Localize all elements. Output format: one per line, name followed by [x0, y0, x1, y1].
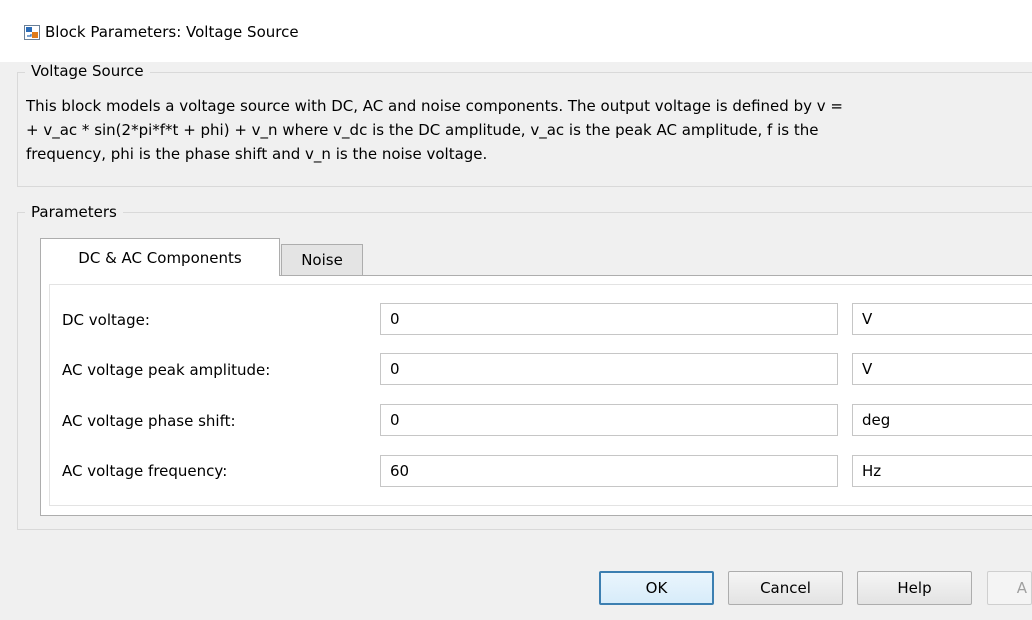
help-button-label: Help [897, 579, 932, 597]
apply-button-label: A [1016, 579, 1027, 597]
ac-peak-amplitude-input[interactable]: 0 [380, 353, 838, 385]
tab-label: Noise [301, 251, 343, 269]
block-parameters-dialog: Block Parameters: Voltage Source Voltage… [0, 0, 1032, 620]
ac-frequency-label: AC voltage frequency: [62, 462, 228, 480]
description-line: frequency, phi is the phase shift and v_… [26, 145, 488, 163]
description-line: This block models a voltage source with … [26, 97, 843, 115]
dc-voltage-label: DC voltage: [62, 311, 150, 329]
block-description-text: This block models a voltage source with … [26, 94, 1032, 166]
help-button[interactable]: Help [857, 571, 972, 605]
parameters-legend: Parameters [25, 203, 123, 221]
ac-peak-amplitude-unit[interactable]: V [852, 353, 1032, 385]
window-title: Block Parameters: Voltage Source [45, 23, 299, 41]
ac-phase-shift-input[interactable]: 0 [380, 404, 838, 436]
dc-voltage-input[interactable]: 0 [380, 303, 838, 335]
tab-dc-ac-components[interactable]: DC & AC Components [40, 238, 280, 276]
ok-button-label: OK [645, 579, 668, 597]
cancel-button-label: Cancel [760, 579, 811, 597]
block-description-legend: Voltage Source [25, 62, 150, 80]
simulink-block-icon [24, 25, 40, 40]
apply-button[interactable]: A [987, 571, 1032, 605]
ac-frequency-input[interactable]: 60 [380, 455, 838, 487]
ac-frequency-unit[interactable]: Hz [852, 455, 1032, 487]
dc-voltage-unit[interactable]: V [852, 303, 1032, 335]
cancel-button[interactable]: Cancel [728, 571, 843, 605]
ac-peak-amplitude-label: AC voltage peak amplitude: [62, 361, 271, 379]
ac-phase-shift-label: AC voltage phase shift: [62, 412, 236, 430]
description-line: + v_ac * sin(2*pi*f*t + phi) + v_n where… [26, 121, 819, 139]
ac-phase-shift-unit[interactable]: deg [852, 404, 1032, 436]
tab-label: DC & AC Components [78, 248, 242, 267]
tab-noise[interactable]: Noise [281, 244, 363, 276]
title-bar[interactable]: Block Parameters: Voltage Source [0, 0, 1032, 62]
ok-button[interactable]: OK [599, 571, 714, 605]
